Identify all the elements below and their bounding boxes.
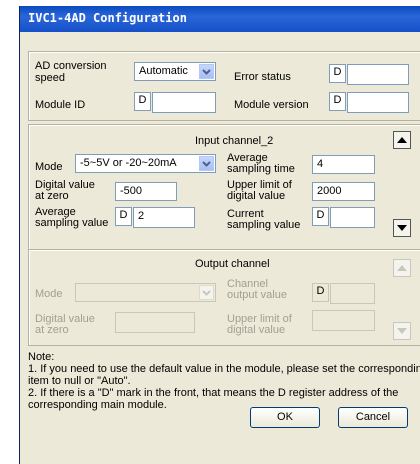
digital-value-at-zero-field[interactable]: -500 bbox=[115, 182, 177, 201]
avg-sampling-time-field[interactable]: 4 bbox=[312, 155, 375, 174]
ad-conversion-speed-value: Automatic bbox=[139, 65, 188, 77]
error-status-prefix: D bbox=[329, 64, 346, 83]
output-mode-select[interactable] bbox=[75, 283, 216, 302]
output-digital-value-at-zero-label: Digital value at zero bbox=[35, 313, 95, 336]
note-line: 1. If you need to use the default value … bbox=[28, 363, 420, 375]
output-digital-value-at-zero-field[interactable] bbox=[115, 312, 195, 333]
avg-sampling-time-label: Average sampling time bbox=[227, 152, 295, 175]
module-version-prefix: D bbox=[329, 92, 346, 111]
output-up-button[interactable] bbox=[393, 259, 411, 277]
digital-value-at-zero-label: Digital value at zero bbox=[35, 179, 95, 202]
output-upper-limit-field[interactable] bbox=[312, 310, 375, 331]
note-line: item to null or "Auto". bbox=[28, 375, 131, 387]
module-settings-group: AD conversion speed Automatic Error statu… bbox=[28, 51, 420, 121]
module-version-label: Module version bbox=[234, 99, 309, 111]
ok-button[interactable]: OK bbox=[250, 407, 320, 428]
module-id-field[interactable] bbox=[152, 92, 216, 113]
output-channel-title: Output channel bbox=[195, 258, 270, 270]
channel-output-value-field[interactable] bbox=[330, 283, 375, 304]
avg-sampling-value-prefix: D bbox=[115, 207, 132, 226]
input-channel-group: Input channel_2 Mode -5~5V or -20~20mA A… bbox=[28, 124, 420, 250]
current-sampling-value-field[interactable] bbox=[330, 207, 375, 228]
note-heading: Note: bbox=[28, 351, 55, 363]
note-line: 2. If there is a "D" mark in the front, … bbox=[28, 387, 399, 399]
avg-sampling-value-field[interactable]: 2 bbox=[133, 207, 195, 228]
channel-output-value-label: Channel output value bbox=[227, 278, 287, 301]
output-channel-group: Output channel Mode Channel output value … bbox=[28, 249, 420, 346]
channel-down-button[interactable] bbox=[393, 219, 411, 237]
upper-limit-field[interactable]: 2000 bbox=[312, 182, 375, 201]
chevron-down-icon[interactable] bbox=[199, 64, 214, 79]
output-upper-limit-label: Upper limit of digital value bbox=[227, 313, 292, 336]
channel-output-value-prefix: D bbox=[312, 283, 329, 302]
upper-limit-label: Upper limit of digital value bbox=[227, 179, 292, 202]
current-sampling-value-label: Current sampling value bbox=[227, 208, 301, 231]
chevron-down-icon[interactable] bbox=[199, 156, 214, 171]
error-status-field[interactable] bbox=[347, 64, 409, 85]
title-bar[interactable]: IVC1-4AD Configuration bbox=[20, 6, 420, 32]
chevron-down-icon[interactable] bbox=[199, 285, 214, 300]
config-dialog: IVC1-4AD Configuration AD conversion spee… bbox=[19, 6, 420, 464]
output-down-button[interactable] bbox=[393, 322, 411, 340]
window-title: IVC1-4AD Configuration bbox=[28, 11, 187, 25]
cancel-button[interactable]: Cancel bbox=[338, 407, 408, 428]
note-text: Note: 1. If you need to use the default … bbox=[28, 351, 420, 411]
ad-conversion-speed-select[interactable]: Automatic bbox=[134, 62, 216, 81]
input-mode-select[interactable]: -5~5V or -20~20mA bbox=[75, 154, 216, 173]
module-id-label: Module ID bbox=[35, 99, 86, 111]
ad-conversion-speed-label: AD conversion speed bbox=[35, 60, 107, 84]
output-mode-label: Mode bbox=[35, 288, 63, 300]
input-mode-value: -5~5V or -20~20mA bbox=[80, 157, 177, 169]
avg-sampling-value-label: Average sampling value bbox=[35, 206, 109, 229]
error-status-label: Error status bbox=[234, 71, 291, 83]
current-sampling-value-prefix: D bbox=[312, 207, 329, 226]
input-channel-title: Input channel_2 bbox=[195, 135, 274, 147]
channel-up-button[interactable] bbox=[393, 131, 411, 149]
module-id-prefix: D bbox=[134, 92, 151, 111]
input-mode-label: Mode bbox=[35, 161, 63, 173]
module-version-field[interactable] bbox=[347, 92, 409, 113]
